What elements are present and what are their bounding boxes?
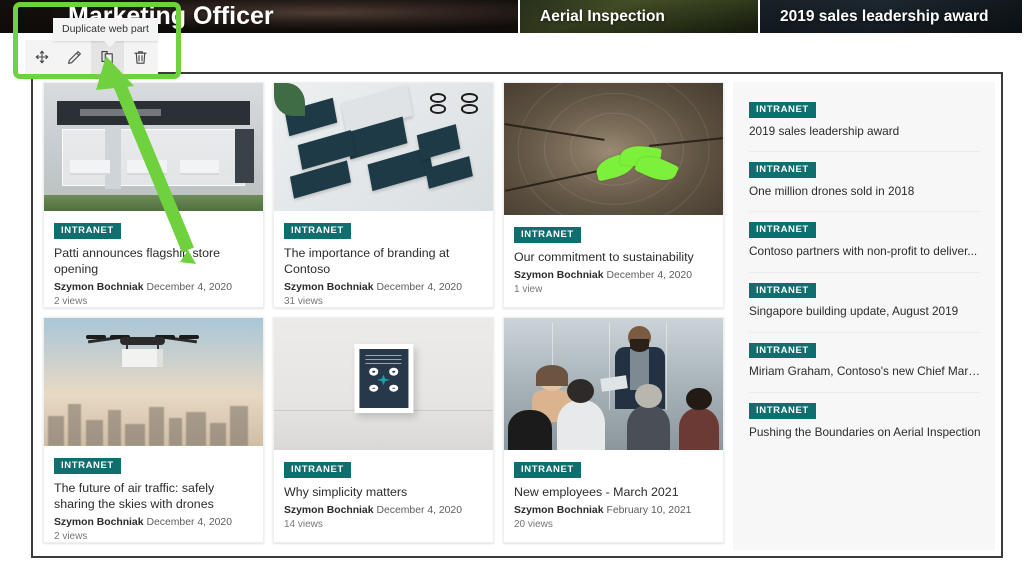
news-card-thumbnail xyxy=(274,83,493,212)
side-list-item[interactable]: INTRANET 2019 sales leadership award xyxy=(749,92,981,153)
news-card-thumbnail xyxy=(44,318,263,447)
news-card-title: The future of air traffic: safely sharin… xyxy=(54,480,215,511)
side-list-item[interactable]: INTRANET Contoso partners with non-profi… xyxy=(749,212,981,273)
news-card-thumbnail xyxy=(274,318,493,450)
news-card-views: 2 views xyxy=(54,531,88,542)
news-card[interactable]: INTRANET The future of air traffic: safe… xyxy=(43,317,264,543)
side-list-item[interactable]: INTRANET Pushing the Boundaries on Aeria… xyxy=(749,393,981,452)
side-item-badge: INTRANET xyxy=(749,342,816,359)
news-card-title: The importance of branding at Contoso xyxy=(284,245,450,276)
side-list-item[interactable]: INTRANET Singapore building update, Augu… xyxy=(749,273,981,333)
hero-tile-sales-award[interactable]: 2019 sales leadership award xyxy=(760,0,1022,33)
news-card-info: INTRANET The future of air traffic: safe… xyxy=(44,446,263,542)
side-list-item[interactable]: INTRANET One million drones sold in 2018 xyxy=(749,152,981,213)
side-item-title: One million drones sold in 2018 xyxy=(749,183,915,198)
news-card-meta: Szymon Bochniak February 10, 2021 xyxy=(514,504,713,518)
pencil-icon xyxy=(66,49,83,66)
news-card-views: 2 views xyxy=(54,296,88,307)
news-card-info: INTRANET The importance of branding at C… xyxy=(274,211,493,307)
news-card-date: December 4, 2020 xyxy=(606,269,692,281)
hero-tile-title: Aerial Inspection xyxy=(540,7,665,25)
news-card-author: Szymon Bochniak xyxy=(514,269,604,281)
side-item-badge: INTRANET xyxy=(749,222,816,238)
move-web-part-button[interactable] xyxy=(25,40,58,74)
news-card-badge: INTRANET xyxy=(514,227,581,243)
news-card-author: Szymon Bochniak xyxy=(284,504,374,516)
news-card-info: INTRANET Our commitment to sustainabilit… xyxy=(504,215,723,307)
news-card-meta: Szymon Bochniak December 4, 2020 xyxy=(514,269,713,283)
news-card-date: February 10, 2021 xyxy=(606,504,692,516)
delete-web-part-button[interactable] xyxy=(124,40,157,74)
news-side-list: INTRANET 2019 sales leadership award INT… xyxy=(733,82,995,550)
news-card-author: Szymon Bochniak xyxy=(54,281,144,293)
news-card-author: Szymon Bochniak xyxy=(514,504,604,516)
news-card-title: Our commitment to sustainability xyxy=(514,249,694,264)
tooltip-arrow-icon xyxy=(103,40,117,47)
side-list-item[interactable]: INTRANET Miriam Graham, Contoso's new Ch… xyxy=(749,333,981,394)
news-card-thumbnail xyxy=(504,83,723,215)
news-web-part-body: INTRANET Patti announces flagship store … xyxy=(41,82,995,550)
news-card-title: Patti announces flagship store opening xyxy=(54,245,221,276)
news-card-author: Szymon Bochniak xyxy=(284,281,374,293)
news-card-meta: Szymon Bochniak December 4, 2020 xyxy=(284,504,483,518)
side-item-title: Contoso partners with non-profit to deli… xyxy=(749,243,978,258)
news-card[interactable]: INTRANET Patti announces flagship store … xyxy=(43,82,264,308)
news-card-badge: INTRANET xyxy=(284,223,351,239)
news-card-badge: INTRANET xyxy=(514,462,581,478)
news-card-meta: Szymon Bochniak December 4, 2020 xyxy=(54,281,253,295)
side-item-title: Pushing the Boundaries on Aerial Inspect… xyxy=(749,424,981,439)
news-card[interactable]: INTRANET Why simplicity matters Szymon B… xyxy=(273,317,494,543)
news-card[interactable]: INTRANET New employees - March 2021 Szym… xyxy=(503,317,724,543)
news-card-badge: INTRANET xyxy=(284,462,351,478)
tooltip-text: Duplicate web part xyxy=(62,23,149,35)
side-item-badge: INTRANET xyxy=(749,282,816,299)
news-card-info: INTRANET Why simplicity matters Szymon B… xyxy=(274,450,493,542)
page-root: Marketing Officer Aerial Inspection 2019… xyxy=(0,0,1024,575)
news-card-views: 31 views xyxy=(284,296,323,307)
news-card-views: 1 view xyxy=(514,283,543,295)
news-card[interactable]: INTRANET Our commitment to sustainabilit… xyxy=(503,82,724,308)
news-card-author: Szymon Bochniak xyxy=(54,516,144,528)
news-card-thumbnail xyxy=(44,83,263,212)
hero-tile-aerial-inspection[interactable]: Aerial Inspection xyxy=(520,0,760,33)
hero-tile-title: 2019 sales leadership award xyxy=(780,7,989,25)
side-item-title: Miriam Graham, Contoso's new Chief Mark.… xyxy=(749,364,981,379)
news-card-views: 20 views xyxy=(514,518,553,530)
news-card[interactable]: INTRANET The importance of branding at C… xyxy=(273,82,494,308)
news-card-date: December 4, 2020 xyxy=(146,281,232,293)
news-card-title: Why simplicity matters xyxy=(284,484,408,499)
trash-icon xyxy=(132,49,149,66)
side-item-badge: INTRANET xyxy=(749,403,816,419)
news-card-date: December 4, 2020 xyxy=(376,281,462,293)
side-item-badge: INTRANET xyxy=(749,162,816,178)
duplicate-icon xyxy=(99,49,116,66)
news-web-part-frame[interactable]: INTRANET Patti announces flagship store … xyxy=(31,72,1003,558)
news-card-date: December 4, 2020 xyxy=(376,504,462,516)
news-card-badge: INTRANET xyxy=(54,458,121,474)
side-item-badge: INTRANET xyxy=(749,102,816,118)
web-part-toolbar xyxy=(25,40,158,74)
side-item-title: Singapore building update, August 2019 xyxy=(749,304,959,319)
side-item-title: 2019 sales leadership award xyxy=(749,123,900,138)
web-part-tooltip: Duplicate web part xyxy=(53,18,158,47)
news-cards-grid: INTRANET Patti announces flagship store … xyxy=(41,82,727,550)
news-card-info: INTRANET Patti announces flagship store … xyxy=(44,211,263,307)
move-icon xyxy=(34,49,50,65)
news-card-views: 14 views xyxy=(284,518,323,530)
edit-web-part-button[interactable] xyxy=(58,40,91,74)
news-card-title: New employees - March 2021 xyxy=(514,484,679,499)
news-card-info: INTRANET New employees - March 2021 Szym… xyxy=(504,450,723,542)
news-card-badge: INTRANET xyxy=(54,223,121,239)
news-card-meta: Szymon Bochniak December 4, 2020 xyxy=(284,281,483,295)
news-card-thumbnail xyxy=(504,318,723,450)
news-card-meta: Szymon Bochniak December 4, 2020 xyxy=(54,516,253,530)
news-card-date: December 4, 2020 xyxy=(146,516,232,528)
